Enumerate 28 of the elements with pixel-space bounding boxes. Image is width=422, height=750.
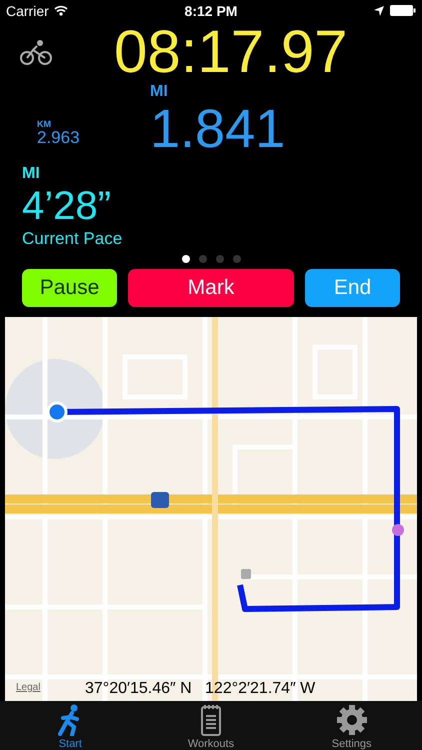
legal-link[interactable]: Legal bbox=[16, 682, 40, 693]
page-dot[interactable] bbox=[182, 255, 190, 264]
page-dot[interactable] bbox=[232, 255, 240, 264]
unit-label: KM bbox=[37, 120, 52, 130]
carrier-label: Carrier bbox=[6, 2, 49, 19]
distance-value: 1.841 bbox=[150, 102, 286, 156]
pause-button[interactable]: Pause bbox=[22, 269, 117, 308]
bicycle-icon[interactable] bbox=[20, 38, 52, 65]
tab-bar-item[interactable]: Settings bbox=[302, 704, 402, 750]
distance-value: 2.963 bbox=[37, 129, 81, 146]
tab-bar-item[interactable]: Start bbox=[20, 704, 120, 750]
wifi-icon bbox=[54, 5, 68, 16]
pace-label: Current Pace bbox=[22, 230, 122, 248]
settings-icon bbox=[336, 704, 368, 736]
coordinates-label: 37°20′15.46″ N 122°2′21.74″ W bbox=[85, 680, 316, 698]
unit-label: MI bbox=[22, 166, 40, 182]
elapsed-time: 08:17.97 bbox=[114, 22, 348, 82]
page-dot[interactable] bbox=[198, 255, 206, 264]
mark-button[interactable]: Mark bbox=[128, 269, 294, 308]
clock-label: 8:12 PM bbox=[184, 2, 238, 19]
battery-icon bbox=[390, 5, 416, 16]
pace-value: 4’28” bbox=[22, 186, 111, 226]
location-arrow-icon bbox=[374, 6, 384, 16]
tab-bar-item[interactable]: Workouts bbox=[160, 704, 261, 750]
unit-label: MI bbox=[150, 84, 169, 100]
notepad-icon bbox=[200, 704, 222, 736]
page-dot[interactable] bbox=[216, 255, 224, 264]
end-button[interactable]: End bbox=[305, 269, 400, 308]
